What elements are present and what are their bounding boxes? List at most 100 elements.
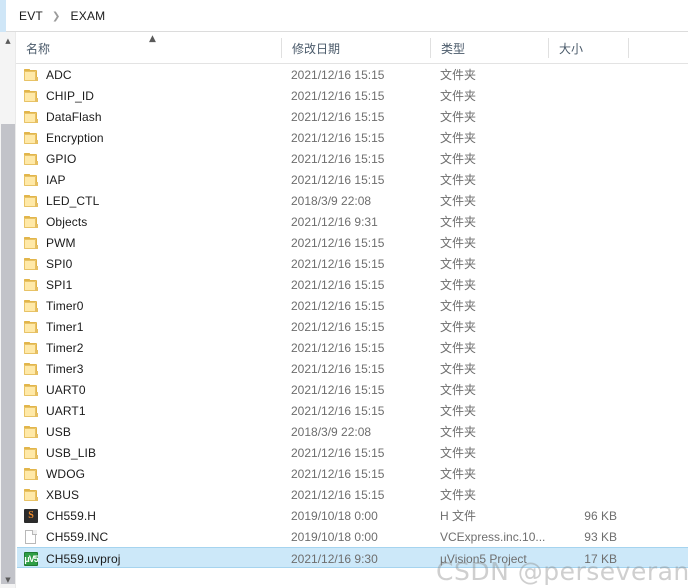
cell-name: SPI1: [17, 274, 281, 295]
table-row[interactable]: USB 2018/3/9 22:08 文件夹: [17, 421, 688, 442]
name-wrapper: UART1: [17, 403, 86, 419]
cell-date-modified: 2021/12/16 15:15: [291, 382, 385, 397]
file-name-label: SPI1: [46, 277, 73, 292]
cell-date-modified: 2021/12/16 15:15: [291, 109, 385, 124]
cell-name: SPI0: [17, 253, 281, 274]
address-bar[interactable]: EVT ❯ EXAM: [0, 0, 688, 32]
cell-name: μV5 CH559.uvproj: [17, 548, 281, 569]
table-row[interactable]: Timer0 2021/12/16 15:15 文件夹: [17, 295, 688, 316]
cell-size: [548, 253, 628, 274]
blank-document-icon: [23, 529, 39, 545]
table-row[interactable]: GPIO 2021/12/16 15:15 文件夹: [17, 148, 688, 169]
cell-name: Timer0: [17, 295, 281, 316]
breadcrumb-item-evt[interactable]: EVT: [16, 7, 46, 25]
table-row[interactable]: PWM 2021/12/16 15:15 文件夹: [17, 232, 688, 253]
cell-date-modified: 2019/10/18 0:00: [291, 508, 378, 523]
scrollbar-thumb[interactable]: [1, 124, 15, 584]
cell-type: VCExpress.inc.10...: [440, 529, 546, 544]
table-row[interactable]: Timer3 2021/12/16 15:15 文件夹: [17, 358, 688, 379]
table-row[interactable]: ADC 2021/12/16 15:15 文件夹: [17, 64, 688, 85]
file-explorer-window: EVT ❯ EXAM ▲ 名称 修改日期 类型 大小 ▲ ▼ ADC 2021/1…: [0, 0, 688, 588]
column-header-row: ▲ 名称 修改日期 类型 大小: [16, 32, 688, 64]
folder-icon: [23, 319, 39, 335]
cell-type: 文件夹: [440, 383, 477, 397]
file-name-label: Timer0: [46, 298, 84, 313]
table-row[interactable]: CHIP_ID 2021/12/16 15:15 文件夹: [17, 85, 688, 106]
file-name-label: Objects: [46, 214, 88, 229]
vertical-scrollbar[interactable]: ▲ ▼: [0, 32, 16, 588]
table-row[interactable]: CH559.INC 2019/10/18 0:00 VCExpress.inc.10…: [17, 526, 688, 547]
breadcrumb-item-exam[interactable]: EXAM: [68, 7, 109, 25]
scrollbar-up-arrow-icon[interactable]: ▲: [0, 32, 16, 49]
cell-type: 文件夹: [440, 425, 477, 439]
cell-type: 文件夹: [440, 488, 477, 502]
name-wrapper: μV5 CH559.uvproj: [17, 551, 121, 567]
table-row[interactable]: USB_LIB 2021/12/16 15:15 文件夹: [17, 442, 688, 463]
file-name-label: IAP: [46, 172, 66, 187]
folder-icon: [23, 340, 39, 356]
cell-name: WDOG: [17, 463, 281, 484]
cell-date-modified: 2021/12/16 15:15: [291, 361, 385, 376]
folder-icon: [23, 382, 39, 398]
file-name-label: CH559.H: [46, 508, 97, 523]
name-wrapper: CH559.INC: [17, 529, 108, 545]
column-header-size[interactable]: 大小: [549, 32, 628, 64]
folder-icon: [23, 130, 39, 146]
cell-name: XBUS: [17, 484, 281, 505]
file-name-label: PWM: [46, 235, 76, 250]
cell-name: USB_LIB: [17, 442, 281, 463]
cell-type: 文件夹: [440, 215, 477, 229]
breadcrumb: EVT ❯ EXAM: [6, 0, 108, 32]
cell-date-modified: 2019/10/18 0:00: [291, 529, 378, 544]
column-divider-4[interactable]: [628, 38, 629, 58]
folder-icon: [23, 487, 39, 503]
cell-type: 文件夹: [440, 320, 477, 334]
table-row[interactable]: Encryption 2021/12/16 15:15 文件夹: [17, 127, 688, 148]
table-row[interactable]: LED_CTL 2018/3/9 22:08 文件夹: [17, 190, 688, 211]
cell-name: USB: [17, 421, 281, 442]
table-row[interactable]: UART1 2021/12/16 15:15 文件夹: [17, 400, 688, 421]
column-header-name[interactable]: 名称: [16, 32, 281, 64]
cell-type: 文件夹: [440, 89, 477, 103]
cell-size: [548, 274, 628, 295]
cell-type: 文件夹: [440, 257, 477, 271]
cell-size: [548, 64, 628, 85]
table-row[interactable]: IAP 2021/12/16 15:15 文件夹: [17, 169, 688, 190]
cell-date-modified: 2021/12/16 15:15: [291, 130, 385, 145]
name-wrapper: Timer0: [17, 298, 84, 314]
cell-size: [548, 379, 628, 400]
cell-date-modified: 2021/12/16 15:15: [291, 298, 385, 313]
table-row[interactable]: SPI0 2021/12/16 15:15 文件夹: [17, 253, 688, 274]
column-header-type[interactable]: 类型: [431, 32, 548, 64]
cell-date-modified: 2021/12/16 15:15: [291, 277, 385, 292]
table-row[interactable]: DataFlash 2021/12/16 15:15 文件夹: [17, 106, 688, 127]
table-row[interactable]: Timer1 2021/12/16 15:15 文件夹: [17, 316, 688, 337]
cell-date-modified: 2021/12/16 15:15: [291, 445, 385, 460]
file-name-label: LED_CTL: [46, 193, 100, 208]
folder-icon: [23, 172, 39, 188]
table-row[interactable]: Objects 2021/12/16 9:31 文件夹: [17, 211, 688, 232]
name-wrapper: XBUS: [17, 487, 79, 503]
cell-type: 文件夹: [440, 236, 477, 250]
cell-name: UART0: [17, 379, 281, 400]
table-row[interactable]: XBUS 2021/12/16 15:15 文件夹: [17, 484, 688, 505]
cell-date-modified: 2021/12/16 15:15: [291, 172, 385, 187]
table-row[interactable]: S CH559.H 2019/10/18 0:00 H 文件 96 KB: [17, 505, 688, 526]
scrollbar-down-arrow-icon[interactable]: ▼: [0, 571, 16, 588]
column-header-name-label: 名称: [26, 41, 51, 56]
file-name-label: Timer2: [46, 340, 84, 355]
table-row[interactable]: WDOG 2021/12/16 15:15 文件夹: [17, 463, 688, 484]
table-row-selected[interactable]: μV5 CH559.uvproj 2021/12/16 9:30 µVision5 P…: [17, 547, 688, 568]
cell-type: H 文件: [440, 509, 477, 523]
cell-size: 17 KB: [584, 551, 617, 566]
cell-date-modified: 2021/12/16 15:15: [291, 67, 385, 82]
column-header-date-modified[interactable]: 修改日期: [282, 32, 430, 64]
folder-icon: [23, 109, 39, 125]
table-row[interactable]: SPI1 2021/12/16 15:15 文件夹: [17, 274, 688, 295]
table-row[interactable]: Timer2 2021/12/16 15:15 文件夹: [17, 337, 688, 358]
table-row[interactable]: UART0 2021/12/16 15:15 文件夹: [17, 379, 688, 400]
cell-size: [548, 484, 628, 505]
folder-icon: [23, 256, 39, 272]
file-name-label: CHIP_ID: [46, 88, 95, 103]
file-list[interactable]: ADC 2021/12/16 15:15 文件夹 CHIP_ID 2021/12/16 …: [17, 64, 688, 588]
